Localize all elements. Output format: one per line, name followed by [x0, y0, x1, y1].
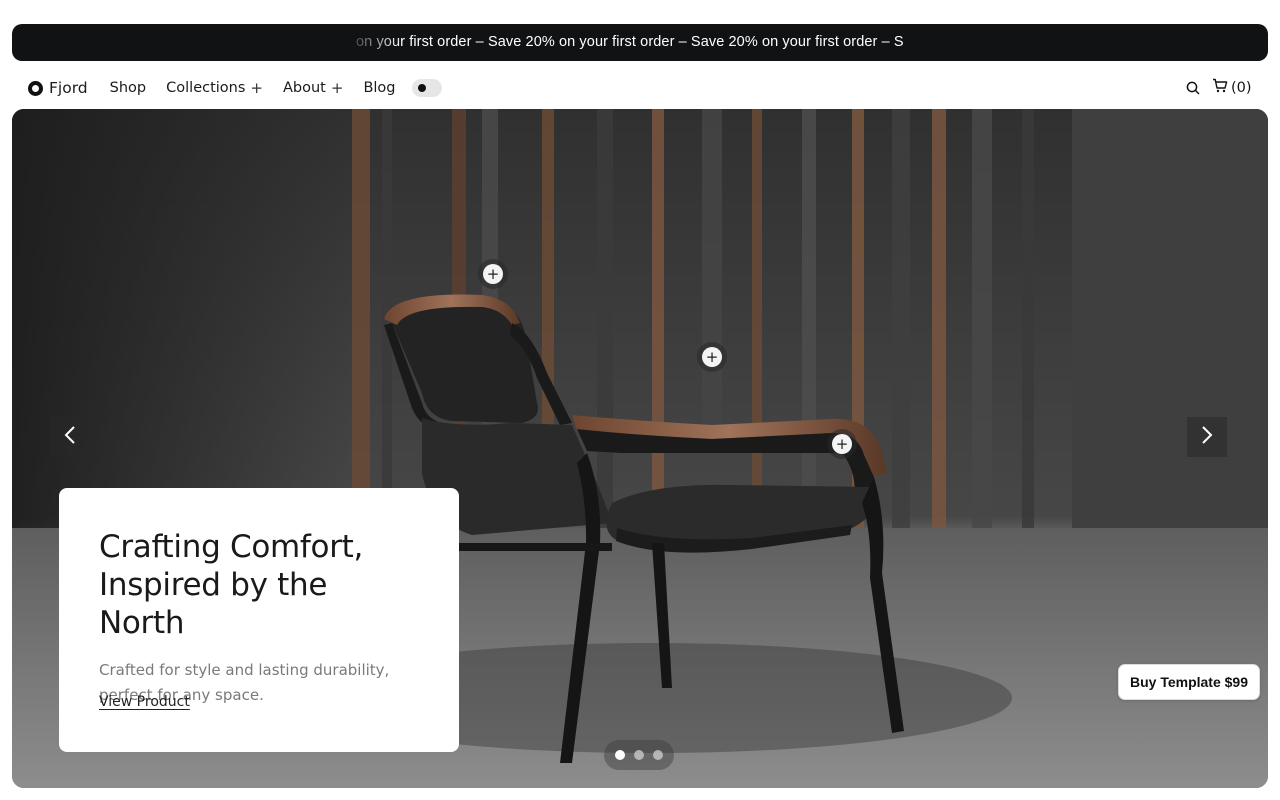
hero-title-line: Inspired by the North: [99, 567, 328, 641]
hotspot-backrest[interactable]: +: [478, 259, 508, 289]
announcement-marquee: on your first order – Save 20% on your f…: [342, 24, 962, 61]
slide-dot-2[interactable]: [634, 750, 644, 760]
dark-mode-toggle[interactable]: [411, 79, 442, 97]
slide-dot-3[interactable]: [653, 750, 663, 760]
hotspot-seat[interactable]: +: [827, 429, 857, 459]
expand-plus-icon: +: [250, 79, 263, 97]
main-nav: Fjord Shop Collections + About + Blog: [28, 76, 442, 100]
hero-title-line: Crafting Comfort,: [99, 529, 364, 565]
logo-icon: [28, 80, 43, 96]
prev-slide-button[interactable]: [50, 417, 90, 457]
cart-count: (0): [1231, 79, 1252, 96]
hotspot-armrest[interactable]: +: [697, 342, 727, 372]
chevron-right-icon: [1201, 426, 1213, 448]
plus-icon: +: [483, 264, 503, 284]
next-slide-button[interactable]: [1187, 417, 1227, 457]
buy-template-button[interactable]: Buy Template $99: [1118, 664, 1260, 700]
brand-name: Fjord: [49, 79, 88, 97]
slide-dot-1[interactable]: [615, 750, 625, 760]
nav-item-label: Collections: [166, 80, 246, 96]
plus-icon: +: [832, 434, 852, 454]
nav-item-shop[interactable]: Shop: [110, 80, 146, 96]
hero-description-line: Crafted for style and lasting durability…: [99, 661, 390, 679]
hero-title: Crafting Comfort, Inspired by the North: [99, 528, 419, 642]
announcement-text: on your first order – Save 20% on your f…: [356, 34, 904, 50]
nav-item-collections[interactable]: Collections +: [166, 79, 263, 97]
announcement-bar: on your first order – Save 20% on your f…: [12, 24, 1268, 61]
nav-item-label: About: [283, 80, 326, 96]
nav-item-label: Blog: [363, 80, 396, 96]
slide-pagination: [604, 740, 674, 770]
toggle-knob: [417, 84, 426, 92]
nav-item-blog[interactable]: Blog: [363, 80, 395, 96]
cart-icon: [1212, 78, 1228, 97]
view-product-link[interactable]: View Product: [99, 694, 190, 710]
nav-item-about[interactable]: About +: [283, 79, 343, 97]
search-icon[interactable]: [1186, 81, 1200, 95]
expand-plus-icon: +: [330, 79, 344, 97]
nav-item-label: Shop: [109, 80, 147, 96]
cart-button[interactable]: (0): [1212, 78, 1252, 97]
plus-icon: +: [702, 347, 722, 367]
nav-actions: (0): [1186, 78, 1252, 97]
brand-logo[interactable]: Fjord: [28, 79, 88, 97]
hero-card: Crafting Comfort, Inspired by the North …: [59, 488, 459, 752]
chevron-left-icon: [64, 426, 76, 448]
